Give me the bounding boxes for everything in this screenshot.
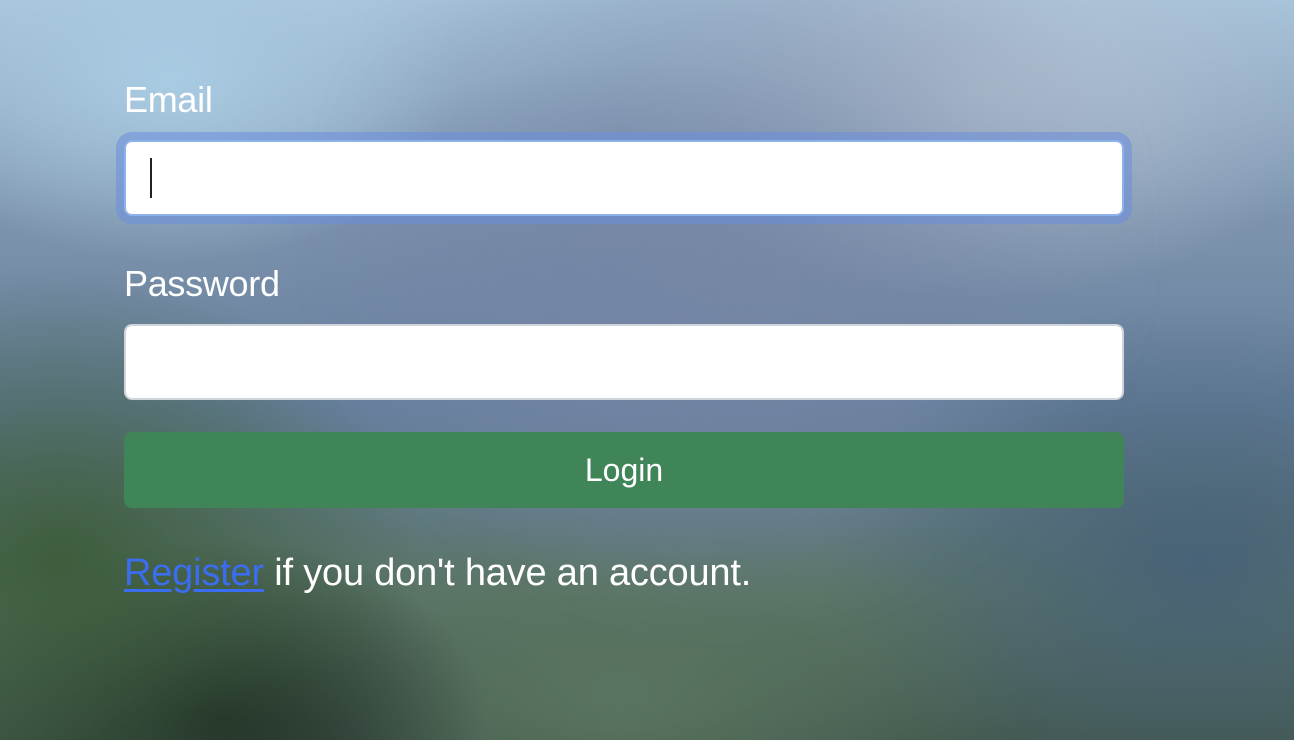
register-prompt: Register if you don't have an account. bbox=[124, 548, 1124, 598]
email-field[interactable] bbox=[124, 140, 1124, 216]
email-label: Email bbox=[124, 79, 213, 120]
password-field[interactable] bbox=[124, 324, 1124, 400]
password-label: Password bbox=[124, 263, 280, 304]
register-link[interactable]: Register bbox=[124, 552, 264, 594]
register-prompt-text: if you don't have an account. bbox=[263, 552, 752, 594]
text-cursor bbox=[150, 158, 152, 198]
login-button[interactable]: Login bbox=[124, 432, 1124, 508]
login-form: Email Password Login Register if you don… bbox=[124, 76, 1124, 598]
